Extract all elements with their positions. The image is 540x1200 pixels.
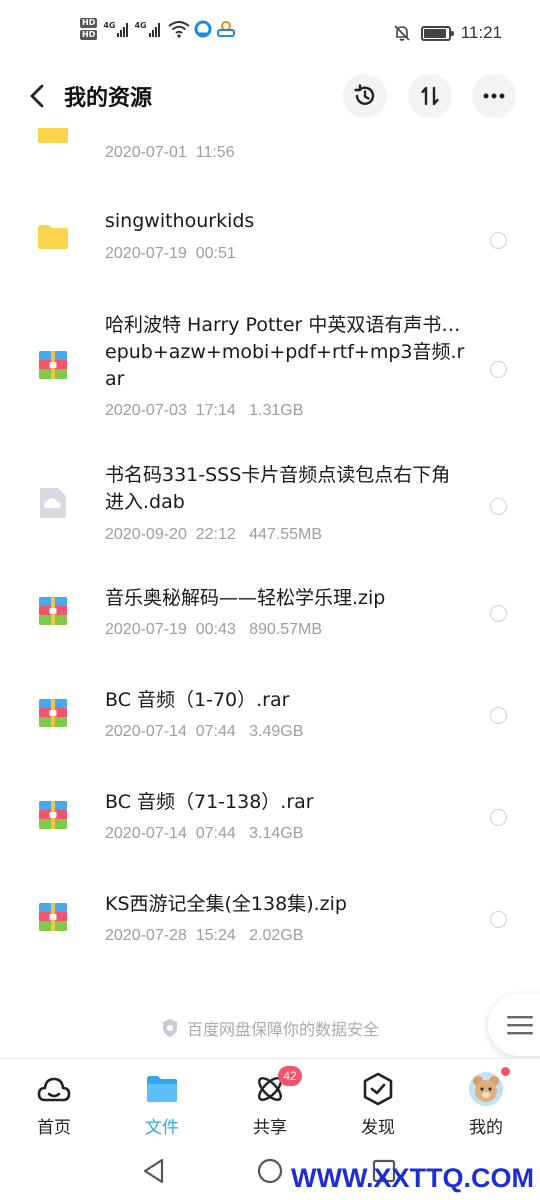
back-button[interactable] [22,78,52,114]
network-type: 4G [103,21,116,30]
file-list[interactable]: 2020-07-01 11:56 singwithourkids 2020-07… [0,128,540,1058]
clock: 11:21 [460,23,502,42]
avatar-icon [468,1067,510,1107]
select-radio[interactable] [490,911,507,928]
tab-label: 共享 [253,1118,287,1138]
shield-icon [162,1019,177,1037]
file-row[interactable]: 哈利波特 Harry Potter 中英双语有声书…epub+azw+mobi+… [0,308,540,428]
more-icon [483,93,505,99]
file-meta: 2020-07-19 00:51 [105,245,236,262]
folder-icon [144,1071,180,1107]
menu-icon [507,1016,533,1035]
file-meta: 2020-07-19 00:43 890.57MB [105,621,323,638]
battery-level [423,28,446,38]
share-badge: 42 [278,1066,302,1086]
tab-home[interactable]: 首页 [9,1071,99,1138]
file-name: BC 音频（71-138）.rar [105,791,314,813]
signal-2: 4G [134,21,160,37]
discover-box-icon [360,1071,396,1107]
signal-bars-icon [148,21,160,37]
wifi-icon [168,21,190,38]
select-radio[interactable] [490,498,507,515]
file-name: BC 音频（1-70）.rar [105,689,290,711]
hd-badge: HD [80,18,98,28]
hd-indicators: HD HD [80,18,98,40]
select-radio[interactable] [490,605,507,622]
network-type: 4G [134,21,147,30]
select-radio[interactable] [490,809,507,826]
tab-files[interactable]: 文件 [117,1071,207,1138]
file-meta: 2020-07-14 07:44 3.49GB [105,723,304,740]
file-meta: 2020-07-03 17:14 1.31GB [105,402,304,419]
security-note-text: 百度网盘保障你的数据安全 [186,1020,379,1039]
share-atom-icon: 42 [252,1066,302,1107]
battery-icon [420,25,454,41]
cloud-file-icon [40,488,66,518]
folder-icon [38,128,68,143]
file-row[interactable]: 书名码331-SSS卡片音频点读包点右下角进入.dab 2020-09-20 2… [0,458,540,548]
select-radio[interactable] [490,361,507,378]
app-notify-icon [194,20,212,38]
sort-button[interactable] [408,74,452,118]
tab-share[interactable]: 42 共享 [225,1066,315,1138]
file-name: KS西游记全集(全138集).zip [105,893,347,915]
bottom-tab-bar: 首页 文件 42 共享 发现 我的 [0,1058,540,1142]
status-left: HD HD 4G 4G [80,18,236,40]
hd-badge: HD [80,30,98,40]
tab-discover[interactable]: 发现 [333,1071,423,1138]
file-name: 书名码331-SSS卡片音频点读包点右下角进入.dab [105,464,451,513]
top-bar: 我的资源 [0,66,540,128]
archive-icon [39,903,67,931]
signal-1: 4G [103,21,129,37]
notification-dot [501,1067,510,1076]
sort-icon [421,86,439,106]
file-name: singwithourkids [105,210,255,232]
file-row[interactable]: 音乐奥秘解码——轻松学乐理.zip 2020-07-19 00:43 890.5… [0,583,540,653]
nav-home-icon[interactable] [257,1158,283,1184]
file-row[interactable]: 2020-07-01 11:56 [0,128,540,186]
file-meta: 2020-07-28 15:24 2.02GB [105,927,304,944]
tab-label: 我的 [469,1118,503,1138]
tab-label: 发现 [361,1118,395,1138]
nav-back-icon[interactable] [142,1158,166,1184]
tab-label: 首页 [37,1118,71,1138]
archive-icon [39,801,67,829]
file-meta: 2020-07-01 11:56 [105,144,235,161]
security-note: 百度网盘保障你的数据安全 [0,1016,540,1040]
app-notify-icon [216,21,235,37]
mute-bell-icon [394,25,410,41]
history-button[interactable] [343,74,387,118]
chevron-left-icon [30,84,44,108]
more-button[interactable] [472,74,516,118]
archive-icon [39,597,67,625]
status-bar: HD HD 4G 4G 11:21 [0,0,540,66]
file-row[interactable]: BC 音频（71-138）.rar 2020-07-14 07:44 3.14G… [0,787,540,857]
signal-bars-icon [117,21,129,37]
file-row[interactable]: KS西游记全集(全138集).zip 2020-07-28 15:24 2.02… [0,889,540,959]
file-name: 哈利波特 Harry Potter 中英双语有声书…epub+azw+mobi+… [105,314,465,390]
tab-label: 文件 [145,1118,179,1138]
folder-icon [38,225,68,249]
select-radio[interactable] [490,707,507,724]
file-name: 音乐奥秘解码——轻松学乐理.zip [105,587,386,609]
file-row[interactable]: BC 音频（1-70）.rar 2020-07-14 07:44 3.49GB [0,685,540,755]
file-row[interactable]: singwithourkids 2020-07-19 00:51 [0,200,540,280]
tab-mine[interactable]: 我的 [441,1067,531,1138]
file-meta: 2020-09-20 22:12 447.55MB [105,526,323,543]
page-title: 我的资源 [64,86,153,111]
select-radio[interactable] [490,232,507,249]
status-right: 11:21 [393,23,502,43]
home-cloud-icon [36,1071,72,1107]
history-icon [354,84,375,105]
watermark-text: WWW.XXTTQ.COM [291,1163,534,1193]
archive-icon [39,699,67,727]
archive-icon [39,351,67,379]
file-meta: 2020-07-14 07:44 3.14GB [105,825,304,842]
